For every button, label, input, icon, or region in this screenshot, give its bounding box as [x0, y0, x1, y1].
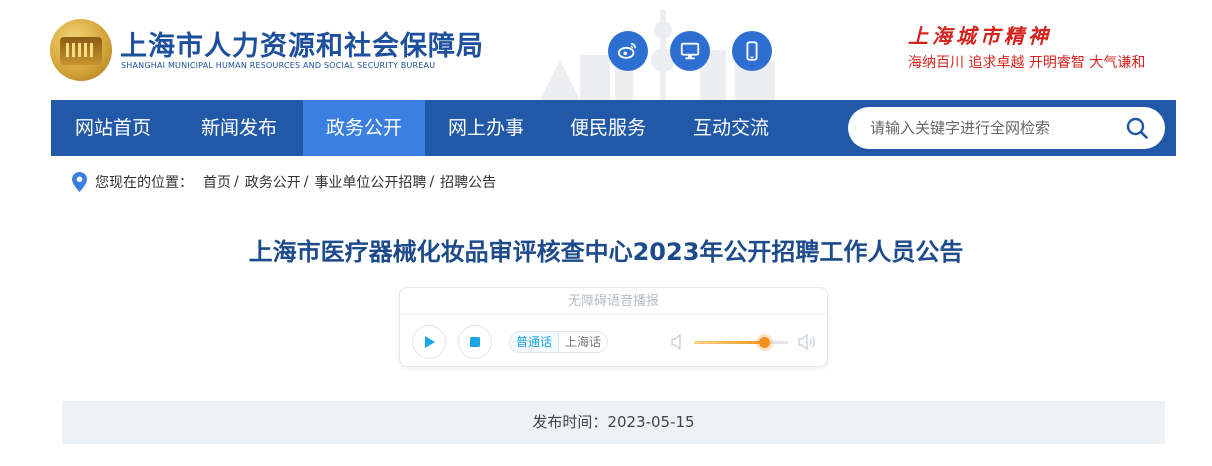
stop-button[interactable] [458, 325, 492, 359]
play-icon [425, 336, 435, 348]
breadcrumb-government-affairs[interactable]: 政务公开 [245, 172, 301, 192]
volume-slider-fill [694, 341, 764, 344]
city-spirit-title: 上海城市精神 [908, 24, 1052, 48]
location-pin-icon [72, 172, 87, 192]
language-shanghainese[interactable]: 上海话 [559, 332, 607, 352]
volume-high-icon [798, 333, 815, 351]
publish-time: 发布时间：2023-05-15 [532, 413, 695, 431]
volume-low-icon [671, 333, 681, 351]
mobile-site-button[interactable] [732, 31, 772, 71]
site-subtitle: SHANGHAI MUNICIPAL HUMAN RESOURCES AND S… [121, 61, 436, 70]
publish-info-bar: 发布时间：2023-05-15 [62, 401, 1165, 444]
breadcrumb-separator: / [303, 174, 309, 190]
breadcrumb: 您现在的位置： 首页 / 政务公开 / 事业单位公开招聘 / 招聘公告 [72, 171, 496, 193]
breadcrumb-separator: / [234, 174, 239, 190]
breadcrumb-recruitment-notice[interactable]: 招聘公告 [440, 172, 496, 192]
nav-item-convenience[interactable]: 便民服务 [547, 100, 669, 156]
search-input[interactable] [870, 108, 1120, 148]
breadcrumb-label: 您现在的位置： [95, 175, 193, 191]
breadcrumb-separator: / [429, 174, 435, 190]
breadcrumb-public-recruitment[interactable]: 事业单位公开招聘 [314, 172, 426, 192]
search-box [848, 107, 1165, 149]
nav-item-government-affairs[interactable]: 政务公开 [303, 100, 425, 156]
main-nav: 网站首页 新闻发布 政务公开 网上办事 便民服务 互动交流 [51, 100, 1176, 156]
mobile-icon [746, 41, 758, 61]
weibo-icon [617, 42, 637, 59]
nav-item-news[interactable]: 新闻发布 [175, 100, 303, 156]
article-title: 上海市医疗器械化妆品审评核查中心2023年公开招聘工作人员公告 [248, 238, 964, 266]
bureau-emblem-logo[interactable] [50, 19, 112, 81]
nav-item-interaction[interactable]: 互动交流 [669, 100, 793, 156]
monitor-icon [680, 42, 700, 60]
weibo-button[interactable] [608, 31, 648, 71]
player-title: 无障碍语音播报 [400, 288, 827, 315]
search-icon[interactable] [1125, 116, 1149, 140]
city-spirit-text: 海纳百川 追求卓越 开明睿智 大气谦和 [908, 55, 1146, 71]
nav-item-home[interactable]: 网站首页 [51, 100, 175, 156]
stop-icon [470, 337, 480, 347]
desktop-site-button[interactable] [670, 31, 710, 71]
volume-slider[interactable] [694, 337, 788, 348]
site-title[interactable]: 上海市人力资源和社会保障局 [120, 24, 484, 63]
play-button[interactable] [412, 325, 446, 359]
site-header: 上海市人力资源和社会保障局 SHANGHAI MUNICIPAL HUMAN R… [0, 0, 1212, 100]
accessible-audio-player: 无障碍语音播报 普通话 上海话 [399, 287, 828, 367]
language-selector: 普通话 上海话 [509, 331, 609, 353]
breadcrumb-home[interactable]: 首页 [203, 172, 231, 192]
volume-slider-knob[interactable] [758, 337, 770, 348]
nav-item-online-services[interactable]: 网上办事 [425, 100, 547, 156]
language-mandarin[interactable]: 普通话 [510, 332, 560, 352]
